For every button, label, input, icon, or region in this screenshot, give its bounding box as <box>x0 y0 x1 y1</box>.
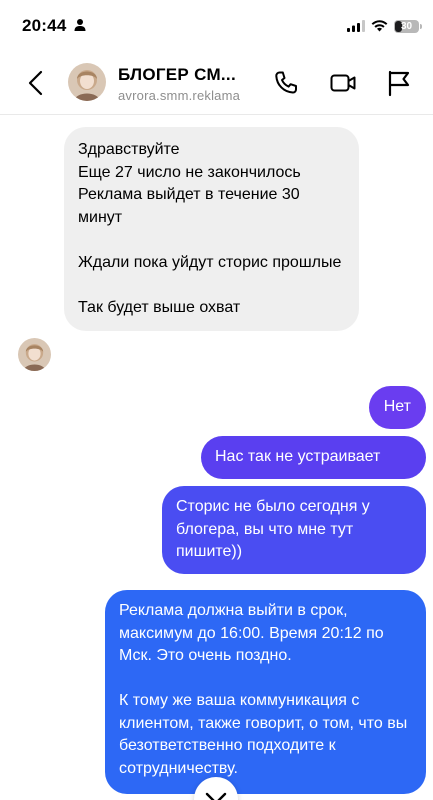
message-paragraph: К тому же ваша коммуникация с клиентом, … <box>119 692 408 777</box>
sender-avatar[interactable] <box>18 338 51 371</box>
message-paragraph: Реклама должна выйти в срок, максимум до… <box>119 602 384 664</box>
chevron-down-icon <box>205 792 227 800</box>
contact-username[interactable]: avrora.smm.reklama <box>118 88 240 103</box>
phone-icon[interactable] <box>271 68 301 98</box>
video-camera-icon[interactable] <box>328 68 358 98</box>
message-incoming[interactable]: Здравствуйте Еще 27 число не закончилось… <box>64 127 359 331</box>
message-outgoing[interactable]: Реклама должна выйти в срок, максимум до… <box>105 590 426 794</box>
message-outgoing[interactable]: Сторис не было сегодня у блогера, вы что… <box>162 486 426 574</box>
message-text: Сторис не было сегодня у блогера, вы что… <box>176 498 370 560</box>
wifi-icon <box>371 20 388 32</box>
back-arrow-icon[interactable] <box>22 68 52 98</box>
battery-icon: 30 <box>394 19 422 33</box>
status-time: 20:44 <box>22 16 67 35</box>
message-outgoing[interactable]: Нас так не устраивает <box>201 436 426 479</box>
avatar-image <box>68 63 106 101</box>
message-outgoing[interactable]: Нет <box>368 386 426 429</box>
status-bar: 20:44 30 <box>0 0 433 52</box>
message-paragraph: Здравствуйте Еще 27 число не закончилось… <box>78 141 301 226</box>
contact-name[interactable]: БЛОГЕР СМ... <box>118 65 253 85</box>
sender-avatar-image <box>18 338 51 371</box>
cellular-signal-icon <box>347 20 365 32</box>
chat-header: БЛОГЕР СМ... avrora.smm.reklama <box>0 52 433 115</box>
flag-icon[interactable] <box>384 68 414 98</box>
battery-level: 30 <box>400 20 413 32</box>
battery-tip <box>420 23 422 29</box>
message-thread[interactable]: Здравствуйте Еще 27 число не закончилось… <box>0 115 433 800</box>
status-right: 30 <box>347 17 422 35</box>
message-text: Нас так не устраивает <box>215 448 381 465</box>
message-text: Нет <box>383 398 411 415</box>
person-icon <box>74 19 86 31</box>
message-paragraph: Ждали пока уйдут сторис прошлые <box>78 253 342 271</box>
avatar[interactable] <box>68 63 106 101</box>
message-paragraph: Так будет выше охват <box>78 298 241 316</box>
